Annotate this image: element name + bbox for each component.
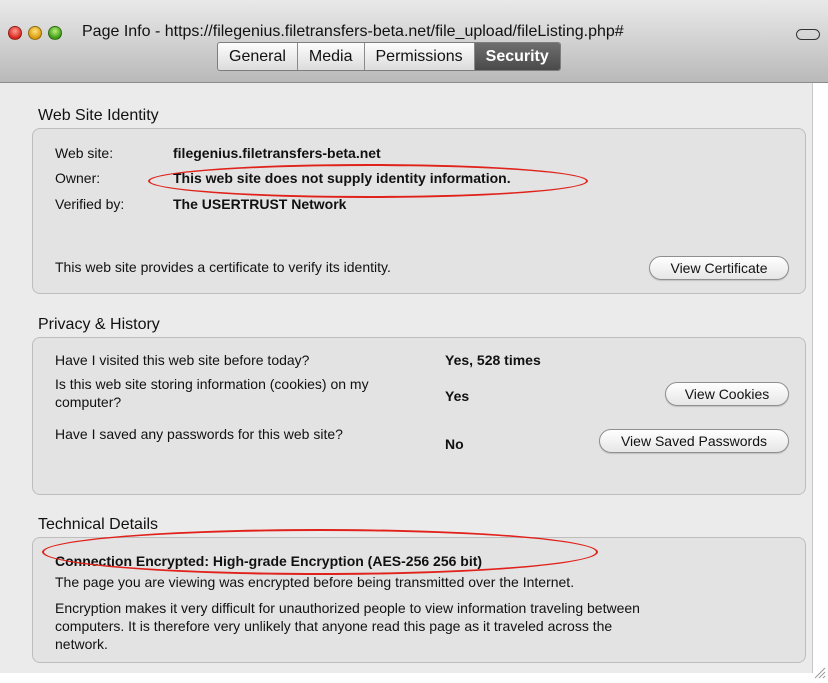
visited-answer: Yes, 528 times xyxy=(445,352,541,368)
tab-general[interactable]: General xyxy=(218,43,298,70)
encryption-para-line1: Encryption makes it very difficult for u… xyxy=(55,600,640,616)
identity-box: Web site: filegenius.filetransfers-beta.… xyxy=(32,128,806,294)
cookies-question-line1: Is this web site storing information (co… xyxy=(55,376,369,392)
identity-heading: Web Site Identity xyxy=(38,107,159,124)
owner-value: This web site does not supply identity i… xyxy=(173,170,511,186)
encryption-para-line2: computers. It is therefore very unlikely… xyxy=(55,618,613,634)
zoom-window-button[interactable] xyxy=(48,26,62,40)
encryption-title: Connection Encrypted: High-grade Encrypt… xyxy=(55,553,483,569)
technical-heading: Technical Details xyxy=(38,516,159,533)
traffic-lights xyxy=(8,26,62,40)
encryption-para-line3: network. xyxy=(55,636,108,652)
window-titlebar: Page Info - https://filegenius.filetrans… xyxy=(0,0,828,83)
cookies-question-line2: computer? xyxy=(55,394,122,410)
passwords-answer: No xyxy=(445,436,464,452)
minimize-window-button[interactable] xyxy=(28,26,42,40)
technical-box: Connection Encrypted: High-grade Encrypt… xyxy=(32,537,806,663)
view-certificate-button[interactable]: View Certificate xyxy=(649,256,789,280)
privacy-heading: Privacy & History xyxy=(38,316,160,333)
visited-question: Have I visited this web site before toda… xyxy=(55,352,310,368)
tab-bar: General Media Permissions Security xyxy=(217,42,561,71)
website-label: Web site: xyxy=(55,145,114,161)
toolbar-toggle-button[interactable] xyxy=(796,29,820,40)
verified-by-label: Verified by: xyxy=(55,196,125,212)
passwords-question: Have I saved any passwords for this web … xyxy=(55,426,343,442)
security-panel: Web Site Identity Web site: filegenius.f… xyxy=(0,83,813,673)
certificate-note: This web site provides a certificate to … xyxy=(55,259,391,275)
verified-by-value: The USERTRUST Network xyxy=(173,196,347,212)
tab-permissions[interactable]: Permissions xyxy=(365,43,475,70)
resize-grip-icon[interactable] xyxy=(812,665,826,679)
view-cookies-button[interactable]: View Cookies xyxy=(665,382,789,406)
privacy-box: Have I visited this web site before toda… xyxy=(32,337,806,495)
owner-label: Owner: xyxy=(55,170,101,186)
website-value: filegenius.filetransfers-beta.net xyxy=(173,145,381,161)
tab-security[interactable]: Security xyxy=(474,43,560,70)
tab-media[interactable]: Media xyxy=(298,43,365,70)
window-title: Page Info - https://filegenius.filetrans… xyxy=(82,23,624,40)
cookies-answer: Yes xyxy=(445,388,470,404)
view-saved-passwords-button[interactable]: View Saved Passwords xyxy=(599,429,789,453)
encryption-line1: The page you are viewing was encrypted b… xyxy=(55,574,575,590)
close-window-button[interactable] xyxy=(8,26,22,40)
